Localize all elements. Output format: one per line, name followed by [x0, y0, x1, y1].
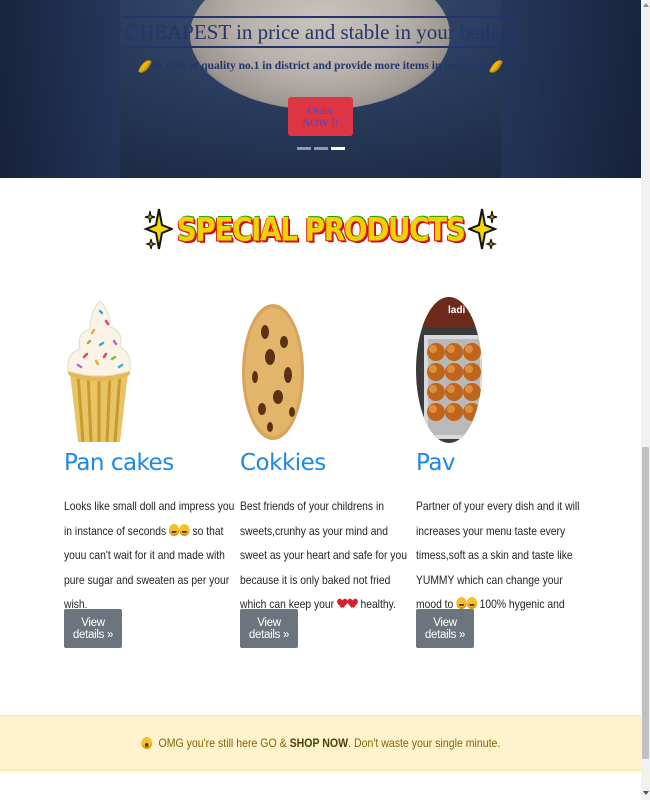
cookie-image [240, 297, 310, 443]
cupcake-image [64, 297, 134, 443]
section-title: SPECIAL PRODUCTS [176, 210, 466, 248]
page-scrollbar[interactable] [641, 0, 650, 800]
order-now-button[interactable]: Order NOW !! [288, 97, 353, 136]
heart-icon [338, 599, 347, 609]
view-details-button[interactable]: View details » [416, 609, 474, 648]
carousel-indicator-3[interactable] [331, 147, 345, 150]
product-card-cokkies: Cokkies Best friends of your childrens i… [240, 297, 415, 648]
alert-suffix: . Don't waste your single minute. [347, 736, 500, 750]
leaf-icon [137, 58, 152, 75]
product-title: Pav [416, 450, 456, 476]
carousel-indicator-1[interactable] [297, 147, 311, 150]
sparkle-icon [142, 207, 173, 251]
view-details-button[interactable]: View details » [64, 609, 122, 648]
leaf-icon [489, 58, 504, 75]
pav-image-caption: ladi [448, 305, 465, 316]
scrollbar-thumb[interactable] [642, 447, 649, 759]
view-details-button[interactable]: View details » [240, 609, 298, 648]
special-products-heading: SPECIAL PRODUCTS [0, 204, 641, 254]
shop-now-alert: OMG you're still here GO & SHOP NOW. Don… [0, 715, 641, 771]
hero-carousel: CHEAPEST in price and stable in your bad… [0, 0, 641, 178]
product-card-pan-cakes: Pan cakes Looks like small doll and impr… [64, 297, 239, 648]
product-title: Pan cakes [64, 450, 174, 476]
pav-image: ladi [416, 297, 486, 443]
surprised-emoji-icon [141, 737, 152, 749]
hero-title: CHEAPEST in price and stable in your bad… [0, 16, 641, 48]
hero-subtitle: In case of quality no.1 in district and … [0, 58, 641, 75]
smile-emoji-icon [456, 597, 467, 609]
smile-emoji-icon [179, 523, 190, 536]
heart-icon [348, 599, 357, 609]
carousel-indicators [297, 147, 345, 150]
shop-now-link[interactable]: SHOP NOW [289, 736, 347, 750]
scroll-up-arrow-icon[interactable] [643, 3, 649, 7]
scroll-down-arrow-icon[interactable] [643, 791, 649, 795]
carousel-indicator-2[interactable] [314, 147, 328, 150]
smile-emoji-icon [466, 597, 477, 609]
product-description: Best friends of your childrens in sweets… [240, 499, 407, 611]
alert-prefix: OMG you're still here GO & [155, 736, 290, 750]
product-title: Cokkies [240, 450, 326, 476]
sparkle-icon [468, 207, 499, 251]
smile-emoji-icon [168, 523, 180, 536]
product-description: Looks like small doll and impress you in… [64, 499, 235, 611]
product-card-pav: ladi Pav Partner of your every dish and … [416, 297, 591, 648]
